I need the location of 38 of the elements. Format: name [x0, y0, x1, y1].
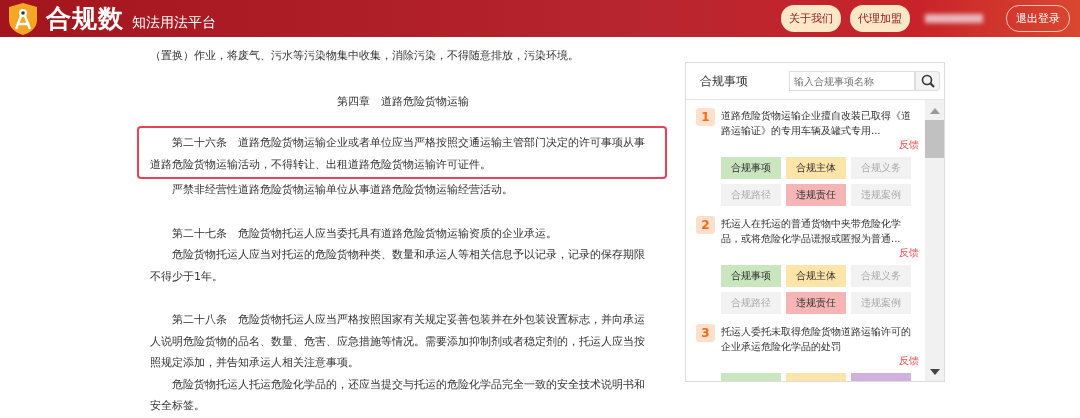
- article-paragraph: 危险货物托运人应当对托运的危险货物种类、数量和承运人等相关信息予以记录，记录的保存期限不得少于1年。: [150, 247, 646, 285]
- brand-name: 合规数: [46, 3, 124, 35]
- category-tag[interactable]: 合规主体: [786, 265, 846, 287]
- item-title[interactable]: 托运人在托运的普通货物中夹带危险化学品，或将危险化学品谎报或匿报为普通...: [721, 216, 919, 246]
- item-title[interactable]: 托运人委托未取得危险货物道路运输许可的企业承运危险化学品的处罚: [721, 324, 919, 354]
- category-tag[interactable]: 合规事项: [721, 157, 781, 179]
- category-tag[interactable]: 合规事项: [721, 265, 781, 287]
- category-tag[interactable]: 违规责任: [786, 292, 846, 314]
- platform-subtitle: 知法用法平台: [132, 13, 216, 32]
- article-paragraph: 严禁非经营性道路危险货物运输单位从事道路危险货物运输经营活动。: [171, 182, 514, 198]
- article-paragraph: 第二十八条 危险货物托运人应当严格按照国家有关规定妥善包装并在外包装设置标志，并向承运人说明危险货物的品名、数量、危害、应急措施等情况。需要添加抑制剂或者稳定剂的，托运人应当按照规定添加，并告知承运人相关注意事项。: [150, 312, 646, 371]
- article-paragraph: 第二十六条 道路危险货物运输企业或者单位应当严格按照交通运输主管部门决定的许可事项从事道路危险货物运输活动，不得转让、出租道路危险货物运输许可证件。: [150, 135, 646, 173]
- search-button[interactable]: [915, 71, 940, 91]
- article-paragraph: （置换）作业，将废气、污水等污染物集中收集，消除污染，不得随意排放，污染环境。: [150, 48, 580, 64]
- logout-button[interactable]: 退出登录: [1006, 5, 1070, 32]
- category-tag[interactable]: 合规主体: [786, 157, 846, 179]
- item-title[interactable]: 道路危险货物运输企业擅自改装已取得《道路运输证》的专用车辆及罐式专用...: [721, 108, 919, 138]
- article-paragraph: 危险货物托运人托运危险化学品的，还应当提交与托运的危险化学品完全一致的安全技术说明书和安全标签。: [150, 376, 646, 414]
- rank-badge: 1: [696, 108, 715, 126]
- shield-logo-icon: [8, 1, 38, 36]
- scroll-down-icon[interactable]: [929, 369, 940, 375]
- panel-title: 合规事项: [700, 73, 748, 89]
- search-icon: [920, 74, 935, 88]
- rank-badge: 2: [696, 216, 715, 234]
- scroll-thumb[interactable]: [925, 120, 944, 158]
- article-paragraph: 第二十七条 危险货物托运人应当委托具有道路危险货物运输资质的企业承运。: [171, 225, 558, 242]
- category-tag[interactable]: 违规责任: [786, 184, 846, 206]
- search-field[interactable]: 输入合规事项名称: [789, 71, 915, 91]
- feedback-link[interactable]: 反馈: [899, 355, 919, 366]
- blurred-username: [925, 14, 983, 23]
- feedback-link[interactable]: 反馈: [899, 247, 919, 258]
- chapter-heading: 第四章 道路危险货物运输: [335, 93, 470, 110]
- feedback-link[interactable]: 反馈: [899, 139, 919, 150]
- rank-badge: 3: [696, 324, 715, 342]
- nav-button[interactable]: 关于我们: [781, 5, 841, 32]
- scrollbar[interactable]: [925, 100, 944, 381]
- scroll-up-icon[interactable]: [929, 108, 940, 114]
- nav-button[interactable]: 代理加盟: [850, 5, 910, 32]
